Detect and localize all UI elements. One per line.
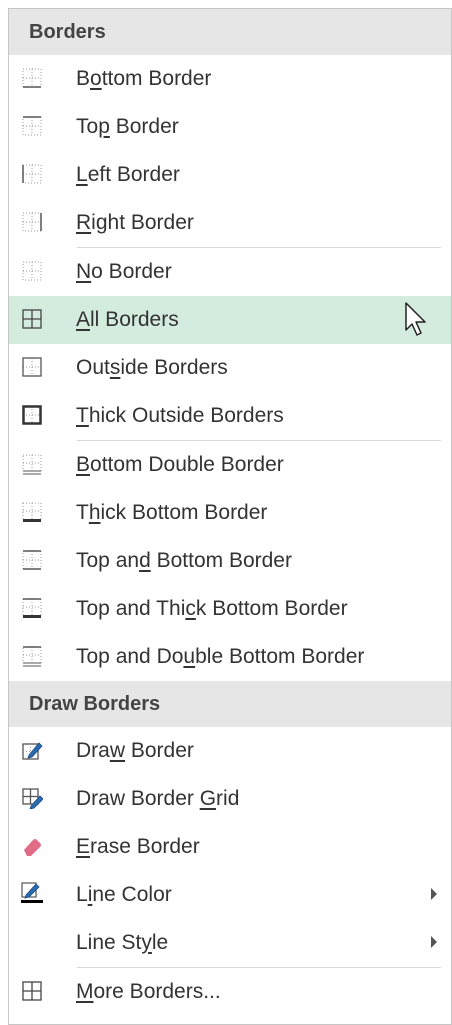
draw-border-icon xyxy=(22,742,43,760)
menu-item-label: Line Style xyxy=(76,931,169,954)
right-border-icon xyxy=(22,212,42,232)
menu-item-label: Top and Bottom Border xyxy=(76,549,292,572)
menu-item-left-border[interactable]: Left Border xyxy=(9,151,451,199)
menu-item-label: Thick Bottom Border xyxy=(76,501,268,524)
menu-item-draw-border-grid[interactable]: Draw Border Grid xyxy=(9,775,451,823)
menu-item-label: Left Border xyxy=(76,163,180,186)
borders-menu: Borders Bottom Border Top Border Left Bo… xyxy=(8,8,452,1025)
submenu-arrow-icon xyxy=(431,888,437,900)
menu-item-label: Line Color xyxy=(76,883,172,906)
menu-item-no-border[interactable]: No Border xyxy=(9,248,451,296)
menu-item-bottom-border[interactable]: Bottom Border xyxy=(9,55,451,103)
menu-item-thick-bottom-border[interactable]: Thick Bottom Border xyxy=(9,489,451,537)
menu-item-line-color[interactable]: Line Color xyxy=(9,871,451,919)
menu-item-all-borders[interactable]: All Borders xyxy=(9,296,451,344)
menu-item-label: Top and Thick Bottom Border xyxy=(76,597,348,620)
menu-item-label: Draw Border xyxy=(76,739,194,762)
top-and-double-bottom-border-icon xyxy=(22,646,42,667)
menu-item-more-borders[interactable]: More Borders... xyxy=(9,968,451,1016)
menu-item-label: More Borders... xyxy=(76,980,221,1003)
mouse-pointer-icon xyxy=(405,302,426,336)
top-border-icon xyxy=(22,116,42,136)
more-borders-icon xyxy=(22,981,42,1001)
all-borders-icon xyxy=(22,309,42,329)
menu-item-label: Outside Borders xyxy=(76,356,228,379)
line-color-icon xyxy=(21,882,43,903)
menu-item-right-border[interactable]: Right Border xyxy=(9,199,451,247)
menu-item-label: Right Border xyxy=(76,211,194,234)
menu-item-label: Bottom Border xyxy=(76,67,212,90)
menu-item-top-and-bottom-border[interactable]: Top and Bottom Border xyxy=(9,537,451,585)
section-header-draw-borders: Draw Borders xyxy=(9,681,451,727)
menu-item-label: Draw Border Grid xyxy=(76,787,240,810)
bottom-border-icon xyxy=(22,68,42,88)
menu-item-top-and-thick-bottom-border[interactable]: Top and Thick Bottom Border xyxy=(9,585,451,633)
menu-item-outside-borders[interactable]: Outside Borders xyxy=(9,344,451,392)
draw-border-grid-icon xyxy=(22,788,43,809)
section-header-borders: Borders xyxy=(9,9,451,55)
left-border-icon xyxy=(22,164,42,184)
menu-item-bottom-double-border[interactable]: Bottom Double Border xyxy=(9,441,451,489)
top-and-bottom-border-icon xyxy=(22,550,42,570)
outside-borders-icon xyxy=(22,357,42,377)
bottom-double-border-icon xyxy=(22,454,42,475)
menu-item-erase-border[interactable]: Erase Border xyxy=(9,823,451,871)
menu-item-label: Top and Double Bottom Border xyxy=(76,645,365,668)
menu-item-top-and-double-bottom-border[interactable]: Top and Double Bottom Border xyxy=(9,633,451,681)
thick-bottom-border-icon xyxy=(22,502,42,522)
menu-item-label: Top Border xyxy=(76,115,179,138)
menu-item-label: No Border xyxy=(76,260,172,283)
menu-item-draw-border[interactable]: Draw Border xyxy=(9,727,451,775)
submenu-arrow-icon xyxy=(431,936,437,948)
menu-item-label: Thick Outside Borders xyxy=(76,404,284,427)
menu-item-top-border[interactable]: Top Border xyxy=(9,103,451,151)
eraser-icon xyxy=(24,839,41,856)
no-border-icon xyxy=(22,261,42,281)
menu-item-label: All Borders xyxy=(76,308,179,331)
top-and-thick-bottom-border-icon xyxy=(22,598,42,618)
menu-item-line-style[interactable]: Line Style xyxy=(9,919,451,967)
menu-item-label: Erase Border xyxy=(76,835,200,858)
menu-item-thick-outside-borders[interactable]: Thick Outside Borders xyxy=(9,392,451,440)
thick-outside-borders-icon xyxy=(22,405,42,425)
menu-item-label: Bottom Double Border xyxy=(76,453,284,476)
